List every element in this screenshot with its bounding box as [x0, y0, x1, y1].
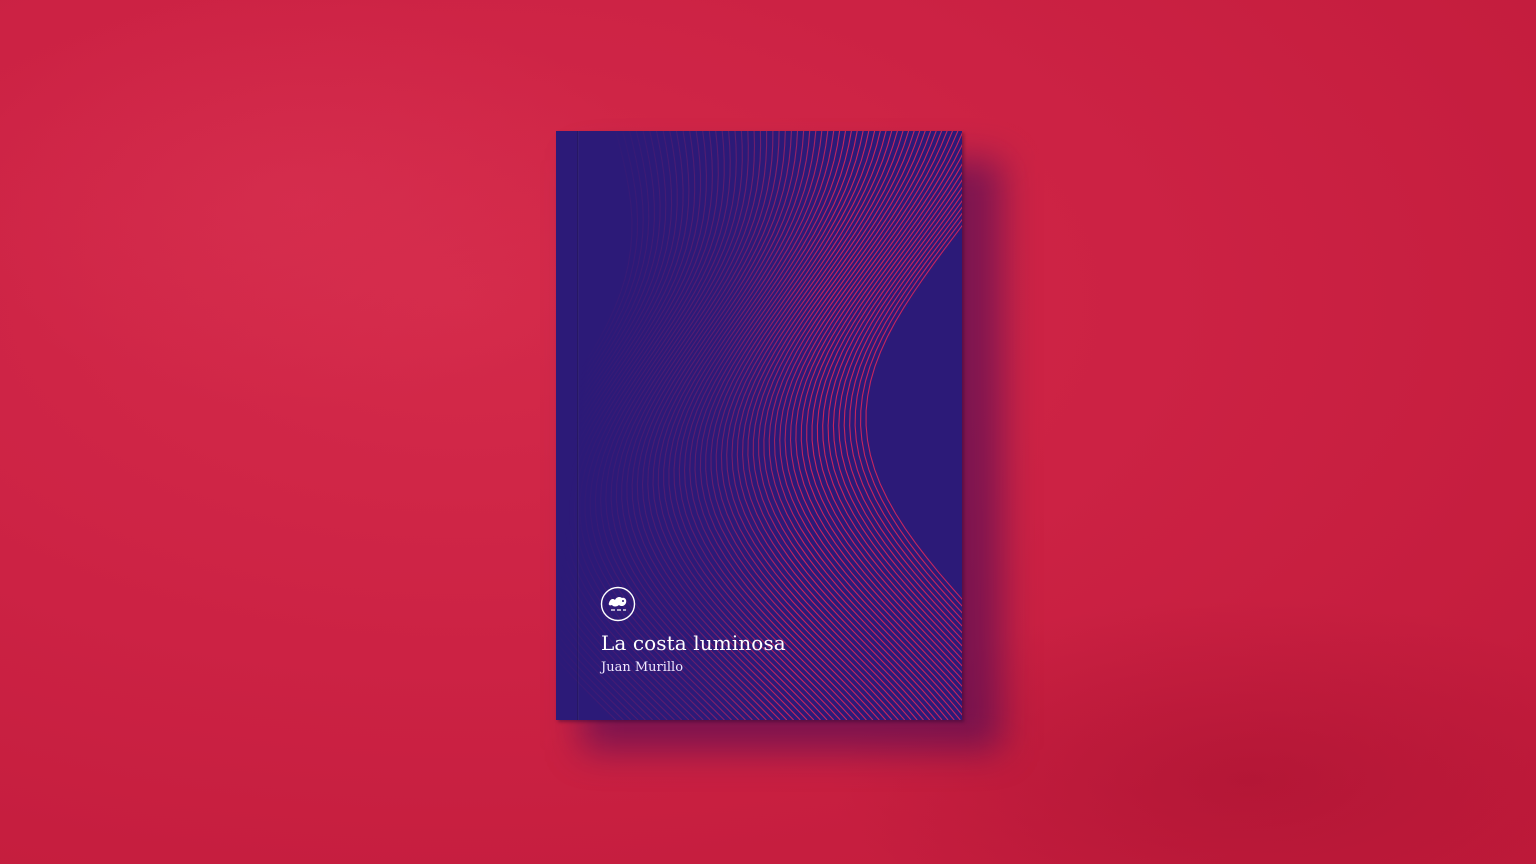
- wave-line: [865, 224, 962, 600]
- book-cover: La costa luminosa Juan Murillo: [556, 131, 962, 720]
- spine-crease: [577, 131, 579, 720]
- book-title: La costa luminosa: [601, 631, 786, 655]
- book-author: Juan Murillo: [601, 660, 684, 675]
- wave-line: [806, 143, 962, 674]
- publisher-seal-icon: [600, 586, 636, 622]
- wave-line: [838, 193, 962, 634]
